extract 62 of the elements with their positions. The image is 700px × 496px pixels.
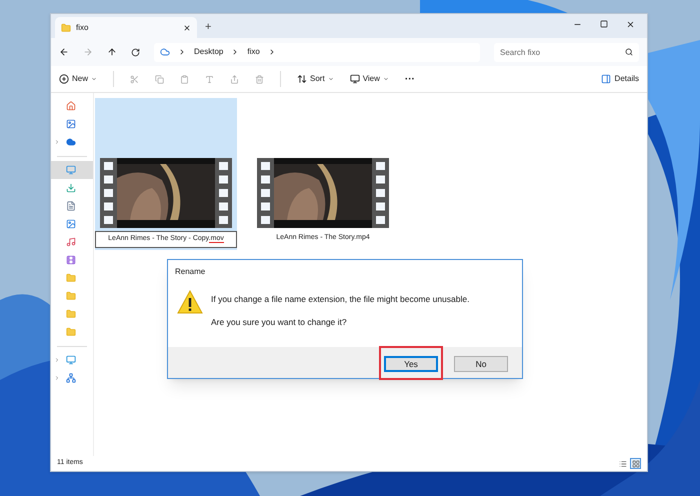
warning-icon [177,290,203,314]
document-icon [66,201,76,211]
refresh-icon[interactable] [131,48,140,56]
caret-icon [382,76,389,82]
sort-icon [297,74,308,84]
view-icon [350,74,360,84]
dialog-title: Rename [174,266,206,278]
expand-icon[interactable] [54,375,60,381]
folder-icon [66,273,76,283]
dialog-button[interactable]: No [454,356,508,372]
cut-icon[interactable] [130,74,140,84]
tab[interactable]: fixo [55,17,197,38]
film-icon [66,255,76,265]
desktop-icon [66,165,76,175]
picture-icon [66,219,76,229]
dialog-button[interactable]: Yes [384,356,438,372]
view-button[interactable]: View [350,73,389,85]
tab-title: fixo [76,22,90,34]
breadcrumb[interactable]: fixo [247,46,260,58]
cloud-icon [66,137,76,147]
dialog-question: Are you sure you want to change it? [211,316,348,328]
monitor-icon [66,355,76,365]
search-icon [625,48,633,56]
cloud-icon [160,47,170,57]
folder-icon [66,327,76,337]
new-button[interactable]: New [59,73,98,85]
sort-button[interactable]: Sort [297,73,334,85]
maximize-icon[interactable] [600,20,608,28]
details-button[interactable]: Details [600,73,639,85]
expand-icon[interactable] [54,357,60,363]
folder-icon [66,309,76,319]
chevron-icon [178,48,186,56]
home-icon [66,101,76,111]
gallery-icon [66,119,76,129]
delete-icon[interactable] [255,74,264,84]
rename-icon[interactable] [205,74,214,84]
close-tab-icon[interactable] [183,24,191,32]
expand-icon[interactable] [54,139,60,145]
address-bar[interactable]: Desktop fixo [154,42,480,62]
caret-icon [328,76,334,82]
folder-icon [66,291,76,301]
dialog-message: If you change a file name extension, the file might become unusable. [211,293,470,306]
close-icon[interactable] [626,20,635,28]
caret-icon [91,76,98,82]
more-button[interactable]: ··· [404,72,415,86]
tiles-view-button[interactable] [630,458,641,469]
back-icon[interactable] [59,47,69,57]
forward-icon[interactable] [83,47,93,57]
download-icon [66,183,76,193]
breadcrumb[interactable]: Desktop [194,46,224,58]
new-tab-button[interactable]: + [197,17,220,38]
details-pane-icon [600,74,611,84]
copy-icon[interactable] [155,74,164,84]
paste-icon[interactable] [180,74,190,84]
share-icon[interactable] [230,74,240,84]
sidebar-item[interactable] [51,161,93,179]
music-icon [66,237,76,247]
network-icon [66,373,76,383]
up-icon[interactable] [107,47,117,57]
plus-icon [59,74,69,84]
search-field[interactable]: Search fixo [494,42,639,62]
folder-icon [61,22,71,32]
